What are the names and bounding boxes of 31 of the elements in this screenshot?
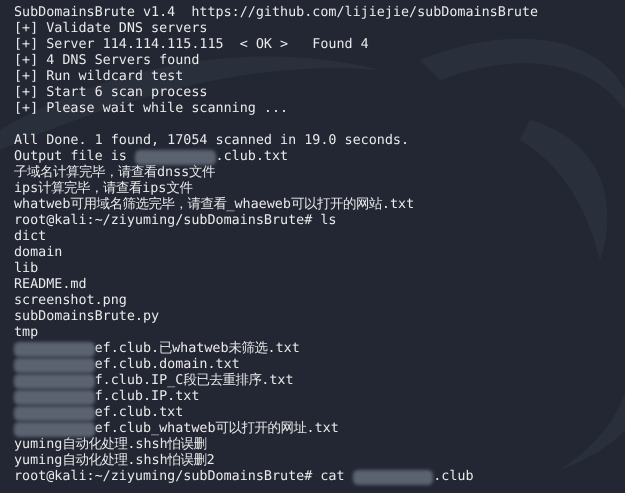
terminal-line: 子域名计算完毕，请查看dnss文件: [14, 165, 216, 180]
terminal-line: yuming自动化处理.shsh怕误删2: [14, 453, 215, 469]
terminal-line: [+] 4 DNS Servers found: [14, 53, 200, 69]
terminal-line: ef.club.txt: [94, 405, 184, 421]
terminal-line: root@kali:~/ziyuming/subDomainsBrute# ls: [14, 213, 336, 229]
terminal-line: [+] Start 6 scan process: [14, 85, 208, 101]
terminal-line: f.club.IP_C段已去重排序.txt: [94, 373, 294, 389]
terminal-line: whatweb可用域名筛选完毕，请查看_whaeweb可以打开的网站.txt: [14, 197, 414, 213]
terminal-line: All Done. 1 found, 17054 scanned in 19.0 seconds.: [14, 133, 410, 149]
terminal-line: root@kali:~/ziyuming/subDomainsBrute# cat: [14, 469, 346, 485]
terminal-line: [+] Run wildcard test: [14, 69, 184, 85]
terminal-line: subDomainsBrute.py: [14, 309, 160, 325]
terminal-line: [+] Validate DNS servers: [14, 21, 208, 37]
terminal-line: yuming自动化处理.shsh怕误删: [14, 437, 207, 452]
terminal-line: [+] Server 114.114.115.115 < OK > Found 4: [14, 37, 369, 53]
terminal-line: README.md: [14, 277, 87, 293]
terminal-line: lib: [14, 261, 38, 277]
terminal-line: [+] Please wait while scanning ...: [14, 101, 288, 117]
terminal-line: dict: [14, 229, 46, 245]
terminal-line: Output file is: [14, 149, 128, 164]
terminal-line: ips计算完毕，请查看ips文件: [14, 181, 192, 196]
terminal-line: domain: [14, 245, 62, 261]
terminal-line: tmp: [14, 325, 38, 341]
terminal-line: .club.txt: [216, 149, 288, 165]
terminal-line: SubDomainsBrute v1.4 https://github.com/lijiejie/subDomainsBrute: [14, 5, 538, 21]
terminal-line: ef.club.domain.txt: [94, 357, 240, 372]
terminal-line: ef.club.已whatweb未筛选.txt: [94, 341, 300, 357]
terminal-line: .club: [433, 469, 474, 485]
terminal-line: screenshot.png: [14, 293, 127, 309]
terminal-line: ef.club_whatweb可以打开的网址.txt: [94, 421, 339, 436]
terminal-line: f.club.IP.txt: [94, 389, 200, 405]
